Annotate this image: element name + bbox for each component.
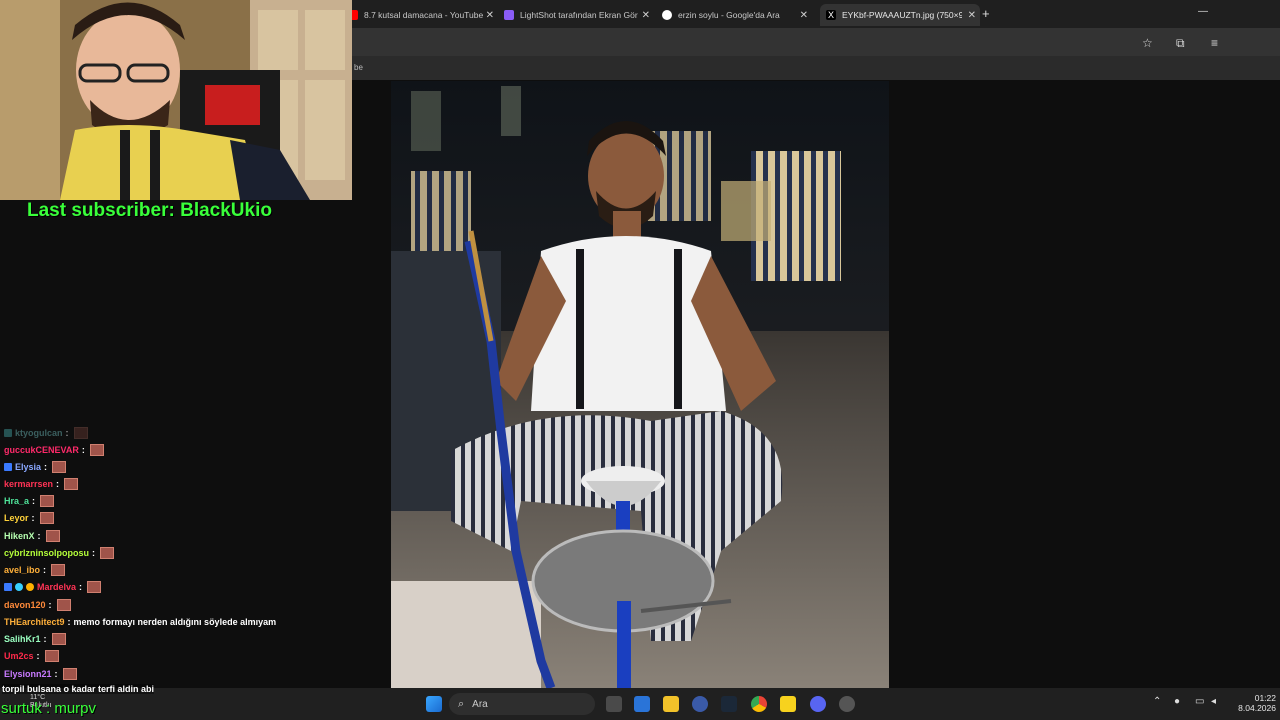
emote-icon [40, 494, 55, 507]
clock-time: 01:22 [1254, 693, 1276, 703]
app-icon[interactable] [839, 696, 855, 712]
emote-icon [73, 426, 88, 439]
system-clock[interactable]: 01:22 8.04.2026 [1230, 693, 1276, 713]
tab-title: erzin soylu - Google'da Ara [678, 10, 780, 20]
chat-username: avel_ibo [4, 564, 41, 575]
task-view-icon[interactable] [606, 696, 622, 712]
chrome-icon[interactable] [751, 696, 767, 712]
volume-icon[interactable]: ◂ [1211, 696, 1216, 707]
bookmark-star-icon[interactable]: ☆ [1142, 36, 1153, 50]
chat-line: Mardelva: [4, 578, 102, 595]
chat-line: THEarchitect9: memo formayı nerden aldığ… [4, 616, 277, 627]
webcam-illustration [0, 0, 352, 200]
chat-username: Elysionn21 [4, 668, 52, 679]
close-tab-icon[interactable]: ✕ [800, 10, 808, 21]
tab-title: 8.7 kutsal damacana - YouTube [364, 10, 484, 20]
tab-title: LightShot tarafından Ekran Gör [520, 10, 638, 20]
bookmark-item[interactable]: be [354, 63, 363, 72]
badge-icon [4, 462, 12, 471]
chat-username: cybrlzninsolpoposu [4, 547, 90, 558]
chevron-up-icon[interactable]: ⌃ [1153, 696, 1161, 707]
emote-icon [45, 529, 60, 542]
chat-line: Um2cs: [4, 647, 59, 664]
chat-line: HikenX: [4, 527, 60, 544]
chat-line: Hra_a: [4, 492, 55, 509]
chat-line: Elysia: [4, 458, 67, 475]
chat-line: cybrlzninsolpoposu: [4, 544, 115, 561]
bottom-chat-ticker: surtuk : murpv [1, 700, 97, 717]
search-icon: ⌕ [458, 697, 465, 710]
tab-image-active[interactable]: X EYKbf-PWAAAUZTn.jpg (750×9 ✕ [820, 4, 980, 26]
displayed-photo[interactable] [391, 81, 889, 688]
tab-youtube[interactable]: 8.7 kutsal damacana - YouTube ✕ [348, 4, 498, 26]
chat-username: Elysia [15, 461, 42, 472]
chat-line: Leyor: [4, 509, 54, 526]
emote-icon [39, 511, 54, 524]
chat-line: davon120: [4, 596, 71, 613]
close-tab-icon[interactable]: ✕ [642, 10, 650, 21]
emote-icon [44, 649, 59, 662]
chat-line: kermarrsen: [4, 475, 79, 492]
microphone-icon[interactable]: ● [1174, 696, 1180, 707]
extensions-icon[interactable]: ⧉ [1176, 36, 1185, 51]
chat-username: THEarchitect9 [4, 616, 65, 627]
chat-line: Elysionn21: [4, 665, 77, 682]
emote-icon [64, 477, 79, 490]
emote-icon [51, 563, 66, 576]
windows-start-icon[interactable] [426, 696, 442, 712]
network-icon[interactable]: ▭ [1195, 696, 1204, 707]
lightshot-favicon-icon [504, 10, 514, 20]
discord-icon[interactable] [810, 696, 826, 712]
chat-username: ktyogulcan [15, 427, 63, 438]
taskbar-search[interactable]: ⌕ Ara [449, 693, 595, 715]
chat-line: avel_ibo: [4, 561, 66, 578]
app-icon[interactable] [692, 696, 708, 712]
chat-message: memo formayı nerden aldığını söylede alm… [73, 616, 277, 627]
chat-line: SalihKr1: [4, 630, 66, 647]
photo-illustration [391, 81, 889, 688]
chat-username: SalihKr1 [4, 633, 41, 644]
calculator-icon[interactable] [634, 696, 650, 712]
chat-username: Mardelva [37, 581, 77, 592]
bottom-chat-message: torpil bulsana o kadar terfi aldin abi [2, 684, 155, 694]
new-tab-button[interactable]: + [982, 6, 990, 21]
webcam-overlay [0, 0, 352, 200]
x-favicon-icon: X [826, 10, 836, 20]
chat-username: guccukCENEVAR [4, 444, 79, 455]
minimize-icon[interactable]: — [1198, 6, 1208, 17]
chat-username: Hra_a [4, 495, 30, 506]
emote-icon [89, 443, 104, 456]
clock-date: 8.04.2026 [1238, 703, 1276, 713]
emote-icon [100, 546, 115, 559]
badge-icon [26, 582, 34, 591]
steam-icon[interactable] [721, 696, 737, 712]
last-subscriber-text: Last subscriber: BlackUkio [27, 200, 272, 221]
chat-username: Um2cs [4, 650, 34, 661]
emote-icon [52, 460, 67, 473]
badge-icon [4, 582, 12, 591]
chat-username: Leyor [4, 512, 29, 523]
chat-username: kermarrsen [4, 478, 54, 489]
emote-icon [87, 580, 102, 593]
reading-list-icon[interactable]: ≡ [1211, 36, 1218, 50]
emote-icon [51, 632, 66, 645]
google-favicon-icon [662, 10, 672, 20]
tab-lightshot[interactable]: LightShot tarafından Ekran Gör ✕ [504, 4, 654, 26]
search-placeholder: Ara [472, 698, 488, 710]
close-tab-icon[interactable]: ✕ [968, 10, 976, 21]
chat-line: ktyogulcan: [4, 424, 88, 441]
tab-title: EYKbf-PWAAAUZTn.jpg (750×9 [842, 10, 962, 20]
emote-icon [62, 667, 77, 680]
chat-line: guccukCENEVAR: [4, 441, 104, 458]
sticky-notes-icon[interactable] [780, 696, 796, 712]
close-tab-icon[interactable]: ✕ [486, 10, 494, 21]
badge-icon [15, 582, 23, 591]
badge-icon [4, 428, 12, 437]
chat-username: davon120 [4, 599, 46, 610]
tab-google-search[interactable]: erzin soylu - Google'da Ara ✕ [662, 4, 812, 26]
file-explorer-icon[interactable] [663, 696, 679, 712]
emote-icon [56, 598, 71, 611]
chat-username: HikenX [4, 530, 35, 541]
